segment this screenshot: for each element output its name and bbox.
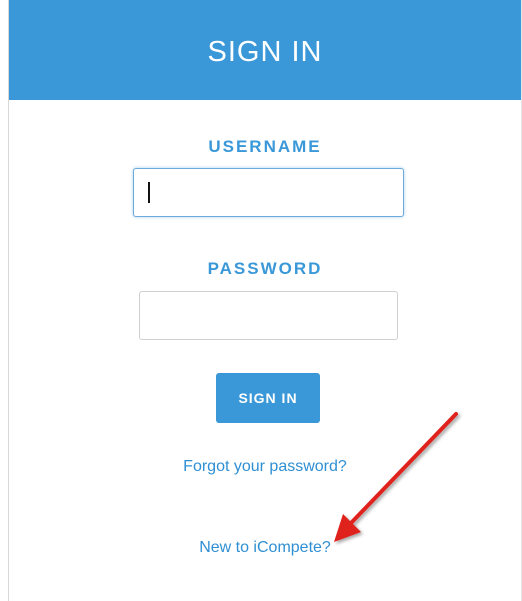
forgot-password-link[interactable]: Forgot your password? <box>9 458 521 476</box>
username-label: USERNAME <box>208 137 322 156</box>
page-title: SIGN IN <box>207 35 323 68</box>
sign-in-header: SIGN IN <box>9 0 521 100</box>
username-input[interactable] <box>133 168 404 217</box>
sign-in-card: SIGN IN USERNAME PASSWORD SIGN IN Forgot… <box>8 0 522 601</box>
password-label: PASSWORD <box>207 259 323 278</box>
login-page: SIGN IN USERNAME PASSWORD SIGN IN Forgot… <box>0 0 522 601</box>
new-user-link[interactable]: New to iCompete? <box>9 539 521 557</box>
text-cursor <box>148 182 150 203</box>
password-input[interactable] <box>139 291 398 340</box>
sign-in-button[interactable]: SIGN IN <box>216 373 320 423</box>
